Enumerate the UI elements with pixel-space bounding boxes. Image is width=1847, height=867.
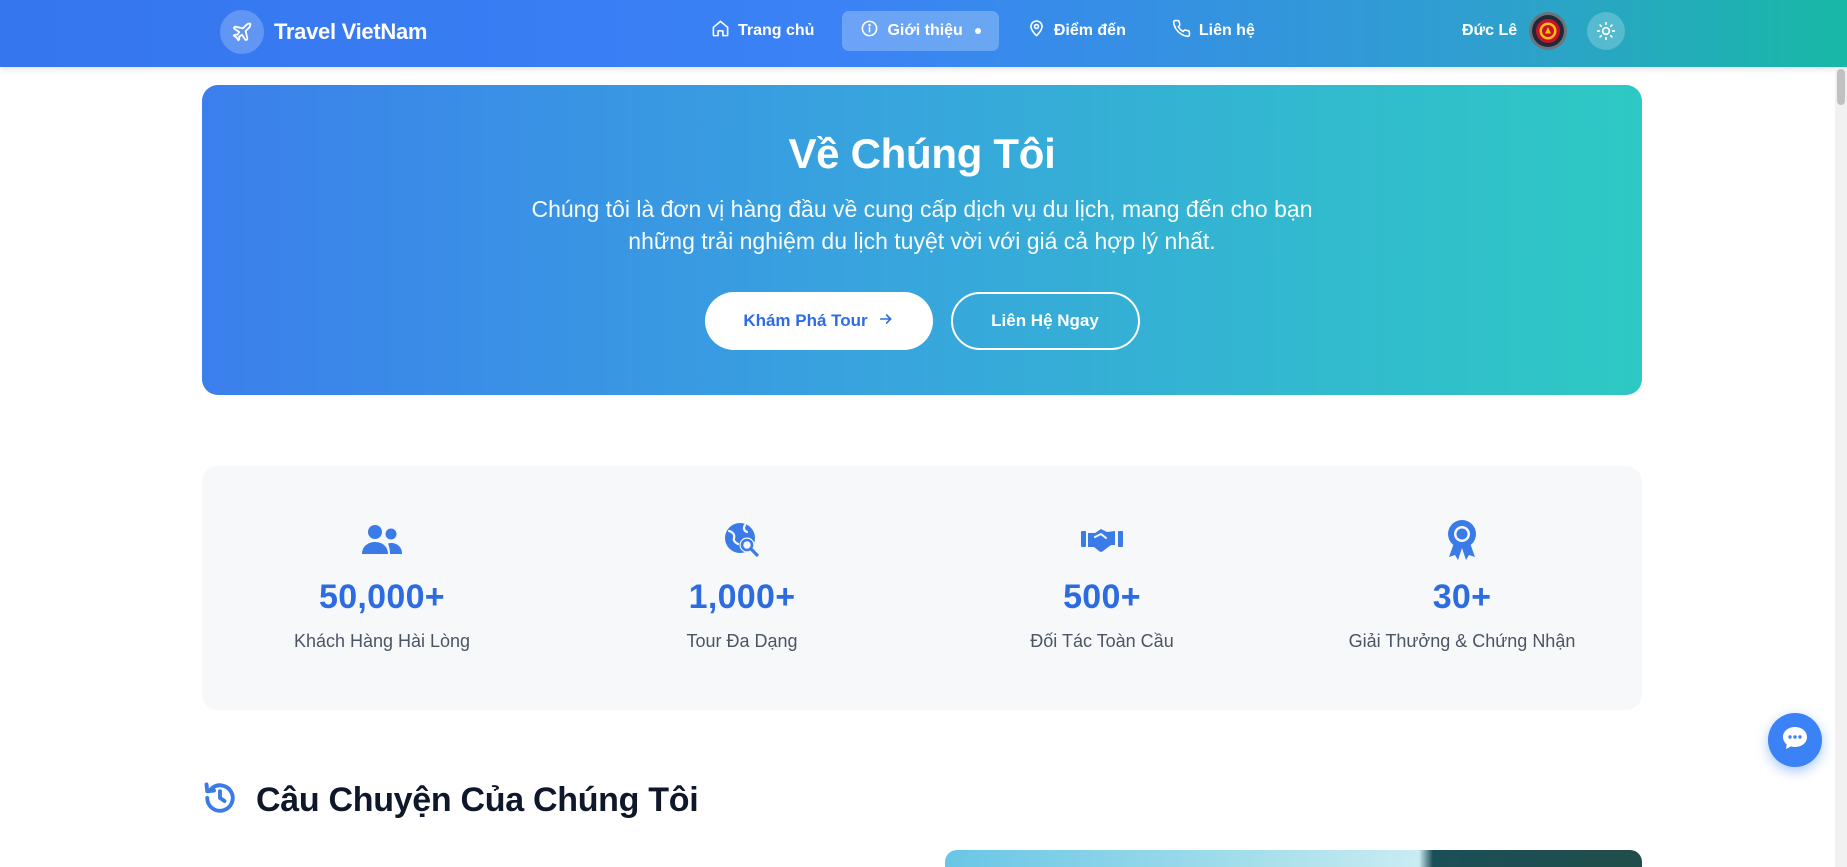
phone-icon — [1172, 19, 1191, 43]
avatar[interactable] — [1529, 12, 1568, 50]
handshake-icon — [1080, 518, 1124, 562]
history-icon — [202, 780, 238, 821]
globe-search-icon — [720, 518, 764, 562]
nav-about[interactable]: Giới thiệu — [842, 11, 999, 51]
explore-tours-label: Khám Phá Tour — [743, 311, 868, 330]
nav-contact[interactable]: Liên hệ — [1154, 11, 1273, 51]
active-indicator-dot — [974, 28, 981, 34]
stat-label: Đối Tác Toàn Cầu — [1030, 631, 1174, 651]
nav-contact-label: Liên hệ — [1198, 22, 1255, 39]
story-title: Câu Chuyện Của Chúng Tôi — [256, 781, 699, 819]
stat-awards: 30+ Giải Thưởng & Chứng Nhận — [1282, 466, 1642, 710]
hero-banner: Về Chúng Tôi Chúng tôi là đơn vị hàng đầ… — [202, 85, 1642, 395]
top-navbar: Travel VietNam Trang chủ Giới thiệu Điểm… — [0, 0, 1847, 67]
chat-button[interactable] — [1768, 713, 1822, 767]
info-icon — [860, 19, 879, 43]
explore-tours-button[interactable]: Khám Phá Tour — [704, 292, 933, 350]
hero-title: Về Chúng Tôi — [788, 130, 1056, 177]
hero-actions: Khám Phá Tour Liên Hệ Ngay — [202, 292, 1642, 350]
stat-value: 30+ — [1432, 578, 1492, 616]
plane-icon — [220, 10, 264, 54]
stat-partners: 500+ Đối Tác Toàn Cầu — [922, 466, 1282, 710]
stat-value: 1,000+ — [688, 578, 796, 616]
story-section-header: Câu Chuyện Của Chúng Tôi — [202, 780, 699, 821]
main-nav: Trang chủ Giới thiệu Điểm đến Liên hệ — [693, 11, 1273, 51]
nav-home[interactable]: Trang chủ — [693, 11, 832, 51]
contact-now-label: Liên Hệ Ngay — [991, 311, 1099, 330]
arrow-right-icon — [878, 311, 894, 332]
nav-about-label: Giới thiệu — [887, 22, 963, 39]
stat-tours: 1,000+ Tour Đa Dạng — [562, 466, 922, 710]
home-icon — [711, 19, 730, 43]
page-scrollbar[interactable] — [1835, 67, 1847, 867]
nav-home-label: Trang chủ — [738, 22, 815, 39]
brand[interactable]: Travel VietNam — [220, 10, 427, 54]
stat-value: 500+ — [1063, 578, 1141, 616]
map-pin-icon — [1027, 19, 1046, 43]
club-crest-icon — [1536, 19, 1561, 43]
story-image — [945, 850, 1642, 867]
nav-destinations[interactable]: Điểm đến — [1009, 11, 1144, 51]
chat-bubble-icon — [1781, 725, 1809, 756]
stat-label: Giải Thưởng & Chứng Nhận — [1348, 631, 1576, 651]
brand-name: Travel VietNam — [274, 19, 428, 44]
sun-icon — [1596, 21, 1616, 41]
theme-toggle-button[interactable] — [1587, 12, 1626, 50]
stat-value: 50,000+ — [319, 578, 445, 616]
stat-customers: 50,000+ Khách Hàng Hài Lòng — [202, 466, 562, 710]
stats-panel: 50,000+ Khách Hàng Hài Lòng 1,000+ Tour … — [202, 466, 1642, 710]
user-menu: Đức Lê — [1462, 12, 1626, 50]
nav-destinations-label: Điểm đến — [1053, 22, 1126, 39]
contact-now-button[interactable]: Liên Hệ Ngay — [950, 292, 1140, 350]
scrollbar-thumb[interactable] — [1837, 69, 1845, 105]
user-name[interactable]: Đức Lê — [1462, 22, 1517, 40]
award-icon — [1440, 518, 1484, 562]
users-icon — [360, 518, 404, 562]
stat-label: Tour Đa Dạng — [686, 631, 798, 651]
stat-label: Khách Hàng Hài Lòng — [293, 631, 471, 651]
hero-description: Chúng tôi là đơn vị hàng đầu về cung cấp… — [531, 196, 1313, 254]
